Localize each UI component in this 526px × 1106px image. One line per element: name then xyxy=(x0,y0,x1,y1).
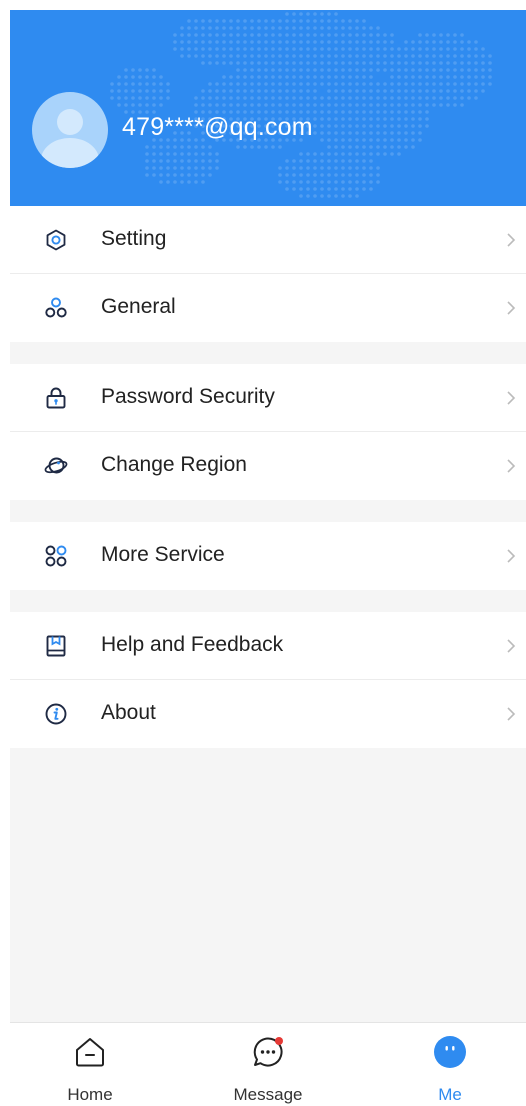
account-email[interactable]: 479****@qq.com xyxy=(122,113,313,142)
avatar-head xyxy=(57,109,83,135)
menu-item-label: More Service xyxy=(101,543,225,566)
chevron-right-icon xyxy=(507,639,516,653)
lock-icon xyxy=(46,387,66,409)
avatar[interactable] xyxy=(32,92,108,168)
tab-label: Me xyxy=(438,1085,462,1104)
menu-item-label: Change Region xyxy=(101,453,247,476)
chevron-right-icon xyxy=(507,707,516,721)
chevron-right-icon xyxy=(507,459,516,473)
menu-item-label: About xyxy=(101,701,156,724)
tab-message[interactable]: Message xyxy=(208,1023,328,1106)
left-margin xyxy=(0,0,10,1106)
menu-item-password-security[interactable]: Password Security xyxy=(10,364,526,432)
home-icon xyxy=(76,1038,104,1067)
menu-item-change-region[interactable]: Change Region xyxy=(10,432,526,500)
settings-hexagon-icon xyxy=(46,229,66,251)
chevron-right-icon xyxy=(507,549,516,563)
menu-item-about[interactable]: About xyxy=(10,680,526,748)
chevron-right-icon xyxy=(507,391,516,405)
bottom-tab-bar: Home Message Me xyxy=(10,1022,526,1106)
grid-services-icon xyxy=(45,545,67,567)
menu-group-1: Setting General xyxy=(10,206,526,342)
profile-header[interactable]: 479****@qq.com xyxy=(10,10,526,206)
planet-icon xyxy=(44,457,68,474)
menu-item-general[interactable]: General xyxy=(10,274,526,342)
book-icon xyxy=(46,635,66,657)
menu-item-help-feedback[interactable]: Help and Feedback xyxy=(10,612,526,680)
chevron-right-icon xyxy=(507,233,516,247)
menu-item-label: Help and Feedback xyxy=(101,633,284,656)
general-nodes-icon xyxy=(45,297,67,318)
menu-item-setting[interactable]: Setting xyxy=(10,206,526,274)
menu-group-3: More Service xyxy=(10,522,526,590)
tab-me[interactable]: Me xyxy=(390,1023,510,1106)
me-screen: 479****@qq.com Setting General Password … xyxy=(10,10,526,1106)
menu-item-more-service[interactable]: More Service xyxy=(10,522,526,590)
message-bubble-icon xyxy=(253,1037,283,1067)
info-icon xyxy=(45,703,67,725)
me-face-icon xyxy=(434,1036,466,1068)
menu-item-label: Setting xyxy=(101,227,167,250)
tab-home[interactable]: Home xyxy=(30,1023,150,1106)
tab-label: Message xyxy=(233,1085,303,1104)
menu-group-4: Help and Feedback About xyxy=(10,612,526,748)
chevron-right-icon xyxy=(507,301,516,315)
menu-item-label: General xyxy=(101,295,176,318)
tab-label: Home xyxy=(67,1085,113,1104)
menu-group-2: Password Security Change Region xyxy=(10,364,526,500)
notification-badge xyxy=(275,1037,283,1045)
avatar-body xyxy=(41,138,99,168)
menu-item-label: Password Security xyxy=(101,385,275,408)
